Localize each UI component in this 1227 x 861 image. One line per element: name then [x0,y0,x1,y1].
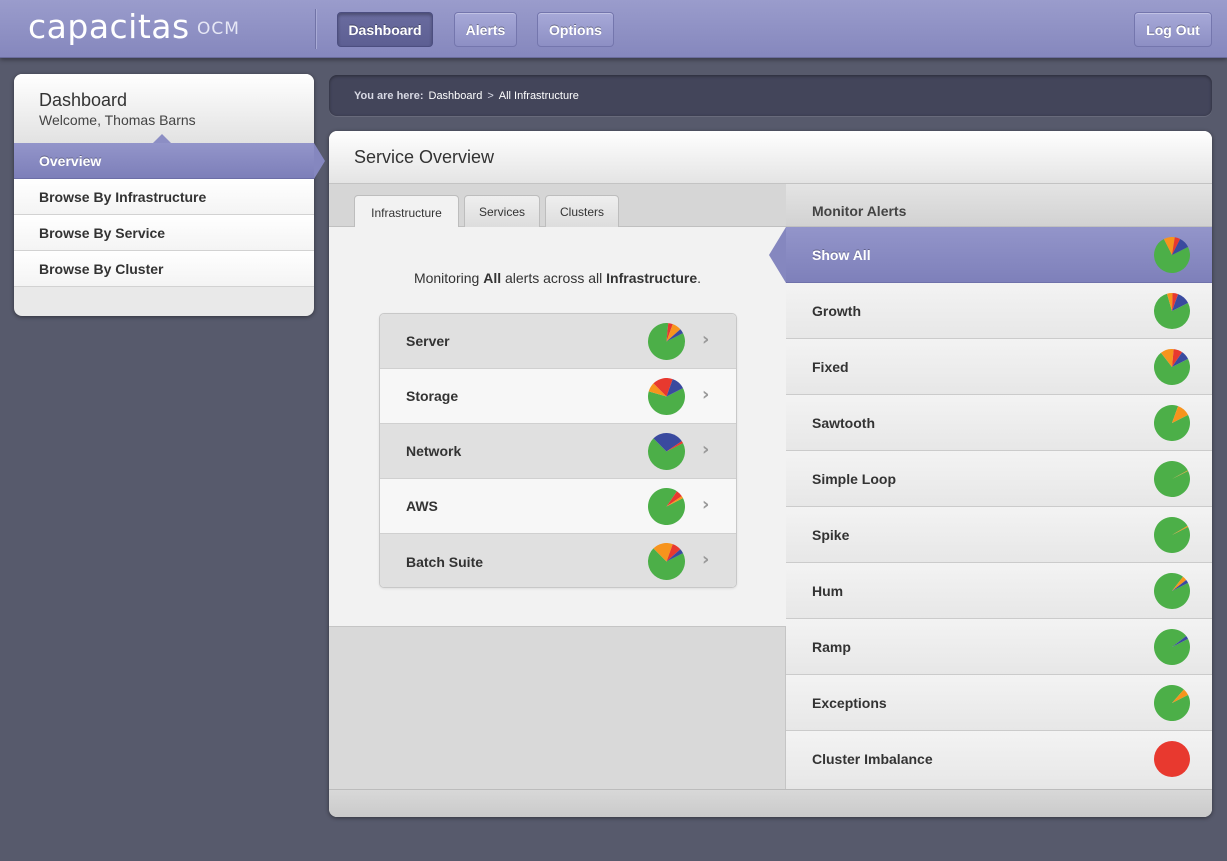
alert-filter-label: Simple Loop [812,470,896,487]
alert-pie-chart [1154,405,1190,441]
alert-filter-growth[interactable]: Growth [786,283,1212,339]
nav-dashboard-button[interactable]: Dashboard [337,12,433,47]
panel-footer [329,789,1212,817]
alert-pie-chart [1154,741,1190,777]
service-overview-panel: Service Overview Infrastructure Services… [329,131,1212,817]
alert-pie-chart [648,323,685,360]
sidebar-header: Dashboard Welcome, Thomas Barns [14,74,314,143]
infra-row-server[interactable]: Server › [380,314,736,369]
monitoring-summary: Monitoring All alerts across all Infrast… [329,270,786,286]
welcome-message: Welcome, Thomas Barns [39,112,196,128]
chevron-right-icon: › [702,494,710,515]
monitoring-scope: All [483,270,502,286]
alert-filter-show-all[interactable]: Show All [769,227,1212,283]
alert-pie-chart [1154,349,1190,385]
infra-row-network[interactable]: Network › [380,424,736,479]
pie-slice [1154,461,1190,497]
page-title: Service Overview [354,147,495,167]
chevron-right-icon: › [702,439,710,460]
list-item-label: Batch Suite [406,553,484,570]
alert-filter-label: Ramp [812,638,851,655]
alert-filter-label: Sawtooth [812,414,875,431]
alert-filter-label: Show All [812,246,871,263]
sidebar-item-label: Overview [39,152,102,169]
alert-pie-chart [1154,461,1190,497]
infrastructure-column: Infrastructure Services Clusters Monitor… [329,184,786,789]
pie-slice [1154,741,1190,777]
infra-row-batch-suite[interactable]: Batch Suite › [380,534,736,587]
alert-pie-chart [648,378,685,415]
alert-filter-sawtooth[interactable]: Sawtooth [786,395,1212,451]
alert-filter-label: Growth [812,302,861,319]
infrastructure-list: Server › Storage › Network › AWS › Batch… [379,313,737,588]
tab-content: Monitoring All alerts across all Infrast… [329,227,786,627]
sidebar-item-label: Browse By Infrastructure [39,188,207,205]
chevron-right-icon: › [702,549,710,570]
alert-filter-cluster-imbalance[interactable]: Cluster Imbalance [786,731,1212,787]
logo-suffix: OCM [197,19,240,39]
monitoring-text: . [697,270,702,286]
alert-filter-label: Fixed [812,358,849,375]
nav-alerts-button[interactable]: Alerts [454,12,517,47]
monitor-alerts-column: Monitor Alerts Show All Growth Fixed Saw… [769,184,1212,789]
alert-pie-chart [1154,237,1190,273]
alert-pie-chart [1154,293,1190,329]
chevron-right-icon: › [702,384,710,405]
list-item-label: Network [406,443,462,459]
sidebar-title: Dashboard [39,90,128,110]
nav-divider [315,9,316,49]
alert-pie-chart [648,433,685,470]
tab-services[interactable]: Services [464,195,540,228]
list-item-label: Storage [406,388,459,404]
alert-pie-chart [648,543,685,580]
alert-pie-chart [1154,517,1190,553]
alert-filter-exceptions[interactable]: Exceptions [786,675,1212,731]
breadcrumb-prefix: You are here: [354,89,424,102]
breadcrumb-separator: > [487,89,494,102]
tab-infrastructure[interactable]: Infrastructure [354,195,459,229]
monitor-alerts-title: Monitor Alerts [812,203,907,219]
alert-filter-ramp[interactable]: Ramp [786,619,1212,675]
list-item-label: Server [406,333,450,349]
alert-filter-simple-loop[interactable]: Simple Loop [786,451,1212,507]
alert-filter-spike[interactable]: Spike [786,507,1212,563]
alert-filter-label: Exceptions [812,694,887,711]
active-pointer-icon [314,143,325,179]
sidebar-item-browse-cluster[interactable]: Browse By Cluster [14,251,314,287]
breadcrumb-link-dashboard[interactable]: Dashboard [429,90,483,102]
alert-filter-hum[interactable]: Hum [786,563,1212,619]
alert-filter-label: Cluster Imbalance [812,751,933,767]
top-navigation-bar: capacitas OCM Dashboard Alerts Options L… [0,0,1227,58]
monitor-alerts-header: Monitor Alerts [786,184,1212,227]
monitoring-text: Monitoring [413,270,484,286]
logo-text: capacitas [28,7,190,46]
alert-pie-chart [1154,573,1190,609]
sidebar-item-browse-service[interactable]: Browse By Service [14,215,314,251]
tab-clusters[interactable]: Clusters [545,195,619,228]
alert-pie-chart [648,488,685,525]
infra-row-aws[interactable]: AWS › [380,479,736,534]
active-pointer-icon [769,227,786,283]
breadcrumb: You are here: Dashboard > All Infrastruc… [329,75,1212,116]
nav-options-button[interactable]: Options [537,12,614,47]
sidebar-item-label: Browse By Cluster [39,260,164,277]
panel-header: Service Overview [329,131,1212,184]
sidebar-item-browse-infrastructure[interactable]: Browse By Infrastructure [14,179,314,215]
alert-pie-chart [1154,685,1190,721]
alert-filter-label: Spike [812,526,850,543]
list-item-label: AWS [406,498,438,514]
sidebar-item-label: Browse By Service [39,224,166,241]
breadcrumb-current: All Infrastructure [498,89,579,102]
sidebar-item-overview[interactable]: Overview [14,143,325,179]
tabs-bar: Infrastructure Services Clusters [329,184,786,229]
logout-button[interactable]: Log Out [1134,12,1212,47]
alert-filter-fixed[interactable]: Fixed [786,339,1212,395]
infra-row-storage[interactable]: Storage › [380,369,736,424]
chevron-right-icon: › [702,329,710,350]
monitoring-category: Infrastructure [606,270,698,286]
alert-filter-label: Hum [812,582,844,599]
alert-pie-chart [1154,629,1190,665]
sidebar: Dashboard Welcome, Thomas Barns Overview… [14,74,325,316]
monitoring-text: alerts across all [501,270,607,286]
